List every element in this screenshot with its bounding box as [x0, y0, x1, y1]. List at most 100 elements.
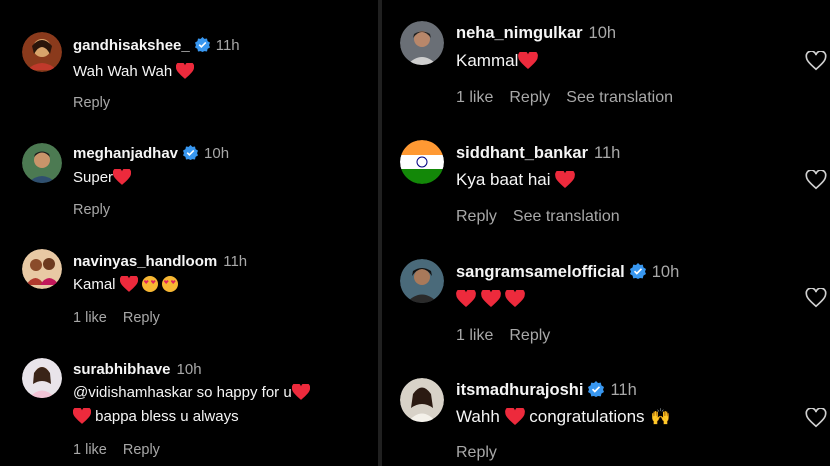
reply-button[interactable]: Reply [73, 202, 110, 218]
avatar[interactable] [400, 21, 444, 65]
comment-text-content: Kamal [73, 276, 116, 293]
comment-actions: 1 like Reply See translation [456, 89, 689, 107]
username[interactable]: surabhibhave 10h [73, 361, 202, 378]
username[interactable]: navinyas_handloom 11h [73, 253, 247, 270]
reply-button[interactable]: Reply [123, 442, 160, 458]
heart-icon [504, 406, 525, 430]
comment-text-content: Super [73, 169, 114, 186]
avatar[interactable] [22, 358, 62, 398]
heart-outline-icon[interactable] [805, 287, 827, 313]
comment-actions: 1 like Reply [73, 310, 176, 326]
avatar[interactable] [22, 143, 62, 183]
username-text[interactable]: neha_nimgulkar [456, 24, 583, 42]
comment-actions: Reply [456, 444, 513, 462]
comment-text: @vidishamhaskar so happy for u [73, 381, 310, 408]
reply-button[interactable]: Reply [509, 89, 550, 106]
comment-text: Kammal [456, 50, 539, 74]
avatar[interactable] [22, 32, 62, 72]
username-text[interactable]: navinyas_handloom [73, 253, 217, 270]
comment-text: Kamal [73, 273, 178, 300]
username-text[interactable]: gandhisakshee_ [73, 37, 190, 54]
reply-button[interactable]: Reply [456, 208, 497, 225]
heart-eyes-emoji-icon [141, 276, 158, 292]
comment-text: Wah Wah Wah [73, 60, 195, 87]
comment-text-content: Kammal [456, 51, 519, 70]
like-count[interactable]: 1 like [73, 310, 107, 326]
verified-badge-icon [183, 145, 199, 164]
timestamp: 11h [215, 37, 240, 54]
comment-text-content: Kya baat hai [456, 170, 551, 189]
username[interactable]: neha_nimgulkar 10h [456, 24, 616, 43]
username[interactable]: gandhisakshee_ 11h [73, 37, 240, 56]
comment-actions: 1 like Reply [73, 442, 176, 458]
comment-text-content: Wahh [456, 407, 500, 426]
see-translation-button[interactable]: See translation [513, 208, 620, 225]
avatar[interactable] [400, 140, 444, 184]
reply-button[interactable]: Reply [509, 327, 550, 344]
comment-text: Super [73, 166, 132, 193]
comment-actions: Reply See translation [456, 208, 636, 226]
reply-button[interactable]: Reply [456, 444, 497, 461]
comment-meghanjadhav: meghanjadhav 10h Super Reply [22, 143, 372, 228]
username[interactable]: itsmadhurajoshi 11h [456, 381, 637, 402]
reply-button[interactable]: Reply [73, 95, 110, 111]
like-count[interactable]: 1 like [73, 442, 107, 458]
heart-icon [112, 167, 132, 193]
timestamp: 10h [588, 24, 617, 42]
username[interactable]: sangramsamelofficial 10h [456, 263, 679, 284]
comment-text: Wahh congratulations 🙌 [456, 406, 671, 430]
username-text[interactable]: siddhant_bankar [456, 144, 588, 162]
comment-actions: Reply [73, 95, 126, 111]
username-text[interactable]: meghanjadhav [73, 145, 178, 162]
heart-icon [72, 406, 92, 432]
heart-outline-icon[interactable] [805, 50, 827, 76]
heart-icon [291, 382, 310, 408]
heart-icon [505, 288, 526, 312]
comment-siddhant-bankar: siddhant_bankar 11h Kya baat hai Reply See… [400, 140, 830, 235]
right-comments-panel: neha_nimgulkar 10h Kammal 1 like Reply See … [382, 0, 830, 466]
heart-outline-icon[interactable] [805, 407, 827, 433]
heart-outline-icon[interactable] [805, 169, 827, 195]
comment-sangramsamelofficial: sangramsamelofficial 10h 1 like Reply [400, 259, 830, 354]
username[interactable]: meghanjadhav 10h [73, 145, 229, 164]
comment-navinyas-handloom: navinyas_handloom 11h Kamal 1 like Reply [22, 249, 372, 334]
timestamp: 11h [223, 253, 248, 270]
see-translation-button[interactable]: See translation [566, 89, 673, 106]
username-text[interactable]: surabhibhave [73, 361, 171, 378]
timestamp: 11h [610, 381, 637, 399]
avatar[interactable] [400, 259, 444, 303]
heart-icon [480, 288, 501, 312]
timestamp: 10h [204, 145, 230, 162]
timestamp: 11h [594, 144, 621, 162]
comment-gandhisakshee: gandhisakshee_ 11h Wah Wah Wah Reply [22, 32, 372, 122]
heart-eyes-emoji-icon [161, 276, 178, 292]
heart-icon [518, 50, 539, 74]
reply-button[interactable]: Reply [123, 310, 160, 326]
comment-text-content: congratulations [529, 407, 645, 426]
heart-icon [176, 61, 195, 87]
comment-surabhibhave: surabhibhave 10h @vidishamhaskar so happy… [22, 358, 372, 466]
raised-hands-emoji-icon: 🙌 [650, 409, 671, 426]
comment-text-line2: bappa bless u always [72, 405, 239, 432]
like-count[interactable]: 1 like [456, 327, 493, 344]
verified-badge-icon [194, 37, 210, 56]
timestamp: 10h [176, 361, 202, 378]
comment-text-content: Wah Wah Wah [73, 63, 173, 80]
comment-text-content: @vidishamhaskar so happy for u [73, 384, 292, 401]
avatar[interactable] [22, 249, 62, 289]
username-text[interactable]: sangramsamelofficial [456, 263, 625, 281]
like-count[interactable]: 1 like [456, 89, 493, 106]
timestamp: 10h [651, 263, 680, 281]
heart-icon [555, 169, 576, 193]
heart-icon [119, 274, 138, 300]
comment-actions: 1 like Reply [456, 327, 566, 345]
username-text[interactable]: itsmadhurajoshi [456, 381, 583, 399]
comment-text-content: bappa bless u always [95, 408, 239, 425]
comment-itsmadhurajoshi: itsmadhurajoshi 11h Wahh congratulations 🙌… [400, 378, 830, 466]
left-comments-panel: gandhisakshee_ 11h Wah Wah Wah Reply megh… [0, 0, 378, 466]
comment-actions: Reply [73, 202, 126, 218]
verified-badge-icon [629, 263, 646, 284]
comment-neha-nimgulkar: neha_nimgulkar 10h Kammal 1 like Reply See … [400, 21, 830, 116]
avatar[interactable] [400, 378, 444, 422]
username[interactable]: siddhant_bankar 11h [456, 144, 620, 163]
